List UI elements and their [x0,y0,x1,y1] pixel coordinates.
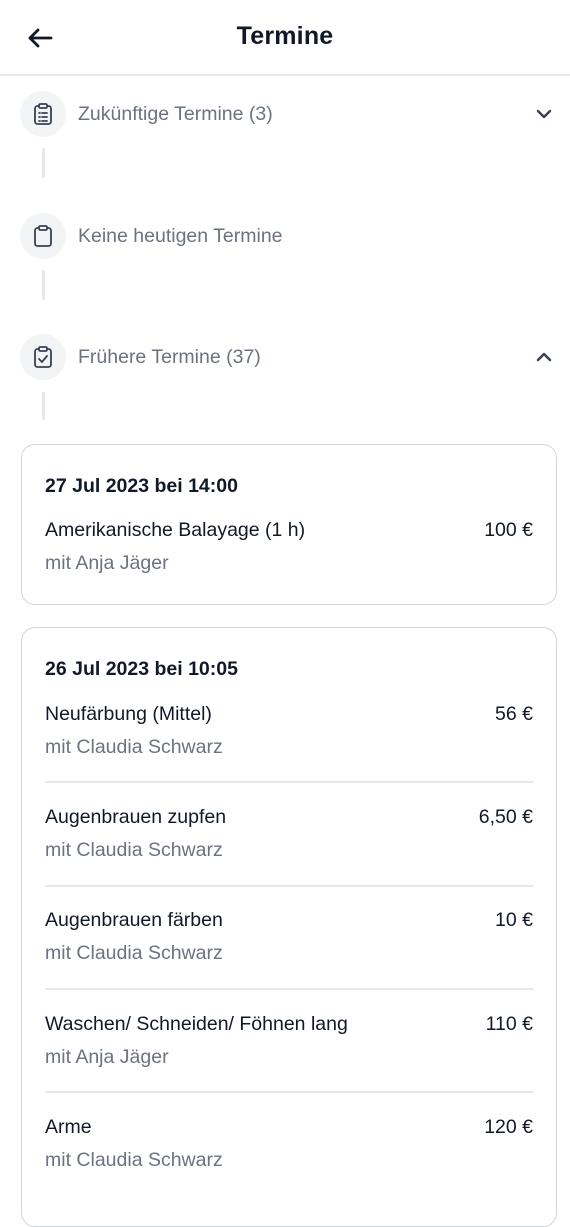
service-staff: mit Claudia Schwarz [45,942,223,964]
service-price: 100 € [484,519,533,541]
timeline-connector [42,270,45,300]
service-item: Augenbrauen färben 10 € mit Claudia Schw… [45,909,533,965]
page-title: Termine [236,22,334,50]
appointment-card[interactable]: 27 Jul 2023 bei 14:00 Amerikanische Bala… [21,444,557,605]
service-staff: mit Claudia Schwarz [45,839,223,861]
service-staff: mit Claudia Schwarz [45,736,223,758]
service-item: Augenbrauen zupfen 6,50 € mit Claudia Sc… [45,806,533,862]
top-bar: Termine [0,0,570,76]
service-staff: mit Anja Jäger [45,552,169,574]
service-name: Amerikanische Balayage (1 h) [45,519,306,541]
service-price: 6,50 € [478,806,533,828]
service-item: Neufärbung (Mittel) 56 € mit Claudia Sch… [45,703,533,759]
divider [45,1091,533,1093]
timeline-connector [42,148,45,178]
service-item: Arme 120 € mit Claudia Schwarz [45,1116,533,1172]
service-staff: mit Claudia Schwarz [45,1149,223,1171]
chevron-up-icon[interactable] [532,345,556,369]
divider [45,781,533,783]
service-price: 110 € [485,1013,533,1035]
appointment-date: 26 Jul 2023 bei 10:05 [45,658,238,680]
clipboard-icon [20,213,66,259]
service-price: 10 € [495,909,533,931]
divider [45,885,533,887]
divider [45,988,533,990]
service-item: Amerikanische Balayage (1 h) 100 € mit A… [45,519,533,575]
service-name: Augenbrauen zupfen [45,806,227,828]
appointment-date: 27 Jul 2023 bei 14:00 [45,475,238,497]
service-price: 120 € [484,1116,533,1138]
service-name: Augenbrauen färben [45,909,223,931]
section-upcoming-label: Zukünftige Termine (3) [78,102,273,125]
clipboard-list-icon [20,91,66,137]
clipboard-check-icon [20,334,66,380]
service-name: Neufärbung (Mittel) [45,703,212,725]
section-upcoming[interactable]: Zukünftige Termine (3) [20,91,556,137]
appointment-card[interactable]: 26 Jul 2023 bei 10:05 Neufärbung (Mittel… [21,627,557,1227]
service-name: Waschen/ Schneiden/ Föhnen lang [45,1013,348,1035]
section-past-label: Frühere Termine (37) [78,345,261,368]
section-today: Keine heutigen Termine [20,213,556,259]
section-past[interactable]: Frühere Termine (37) [20,334,556,380]
service-staff: mit Anja Jäger [45,1046,169,1068]
section-today-label: Keine heutigen Termine [78,224,283,247]
service-item: Waschen/ Schneiden/ Föhnen lang 110 € mi… [45,1013,533,1069]
service-price: 56 € [495,703,533,725]
chevron-down-icon[interactable] [532,102,556,126]
timeline-connector [42,392,45,420]
service-name: Arme [45,1116,92,1138]
